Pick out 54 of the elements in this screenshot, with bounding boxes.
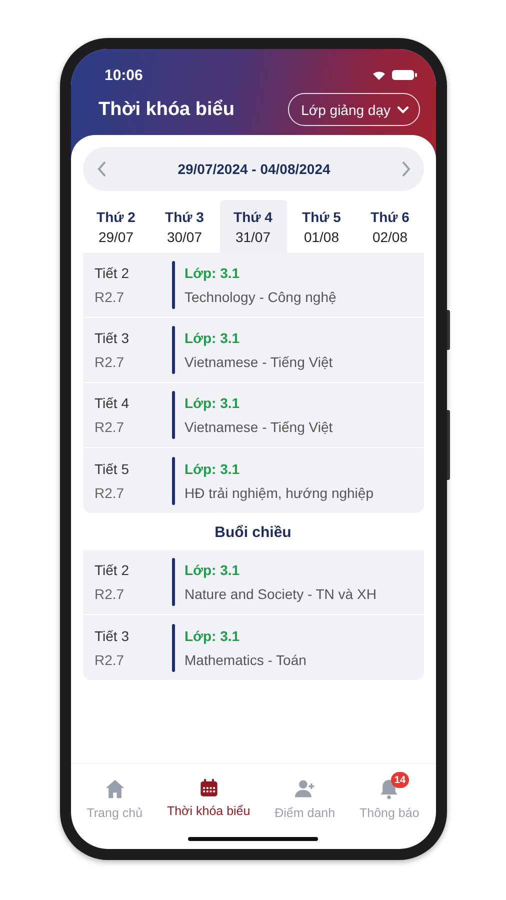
screen-title: Thời khóa biểu (98, 98, 234, 120)
notification-badge: 14 (391, 772, 409, 788)
period-label: Tiết 2 (94, 265, 130, 281)
subject-label: Vietnamese - Tiếng Việt (184, 354, 333, 370)
chevron-down-icon (396, 106, 408, 114)
room-label: R2.7 (94, 419, 126, 435)
week-range: 29/07/2024 - 04/08/2024 (178, 161, 330, 177)
room-label: R2.7 (94, 652, 126, 668)
nav-label: Trang chủ (86, 806, 143, 820)
day-tab[interactable]: Thứ 2 29/07 (82, 200, 150, 253)
accent-bar (172, 624, 174, 672)
accent-bar (172, 261, 174, 309)
nav-label: Điểm danh (274, 806, 336, 820)
nav-label: Thông báo (360, 806, 420, 820)
user-add-icon (294, 778, 316, 800)
accent-bar (172, 391, 174, 439)
status-time: 10:06 (104, 66, 143, 84)
subject-label: Technology - Công nghệ (184, 289, 336, 305)
nav-tab[interactable]: 14 Thông báo (360, 772, 420, 822)
class-label: Lớp: 3.1 (184, 628, 241, 644)
accent-bar (172, 558, 174, 606)
class-label: Lớp: 3.1 (184, 460, 241, 476)
status-icons (372, 69, 418, 81)
nav-tab[interactable]: Thời khóa biểu (166, 772, 250, 820)
previous-week-button[interactable] (96, 161, 106, 177)
accent-bar (172, 326, 174, 374)
day-tab[interactable]: Thứ 5 01/08 (288, 200, 355, 253)
subject-label: Mathematics - Toán (184, 652, 306, 668)
period-label: Tiết 3 (94, 628, 130, 644)
period-label: Tiết 4 (94, 395, 130, 411)
period-label: Tiết 5 (94, 460, 130, 476)
home-icon (104, 778, 126, 800)
room-label: R2.7 (94, 354, 126, 370)
class-label: Lớp: 3.1 (184, 330, 241, 346)
class-filter-dropdown[interactable]: Lớp giảng dạy (288, 93, 420, 126)
next-week-button[interactable] (401, 161, 412, 177)
class-label: Lớp: 3.1 (184, 265, 241, 281)
subject-label: Nature and Society - TN và XH (184, 586, 376, 602)
period-label: Tiết 2 (94, 562, 130, 578)
day-tab[interactable]: Thứ 6 02/08 (356, 200, 424, 253)
accent-bar (172, 456, 174, 504)
nav-label: Thời khóa biểu (166, 804, 250, 818)
room-label: R2.7 (94, 484, 126, 500)
section-title: Buổi chiều (214, 523, 292, 543)
subject-label: HĐ trải nghiệm, hướng nghiệp (184, 484, 374, 500)
day-tab[interactable]: Thứ 3 30/07 (151, 200, 218, 253)
subject-label: Vietnamese - Tiếng Việt (184, 419, 333, 435)
day-tab[interactable]: Thứ 4 31/07 (220, 200, 286, 253)
room-label: R2.7 (94, 289, 126, 305)
class-label: Lớp: 3.1 (184, 562, 241, 578)
period-label: Tiết 3 (94, 330, 130, 346)
room-label: R2.7 (94, 586, 126, 602)
class-label: Lớp: 3.1 (184, 395, 241, 411)
calendar-icon (198, 778, 219, 798)
